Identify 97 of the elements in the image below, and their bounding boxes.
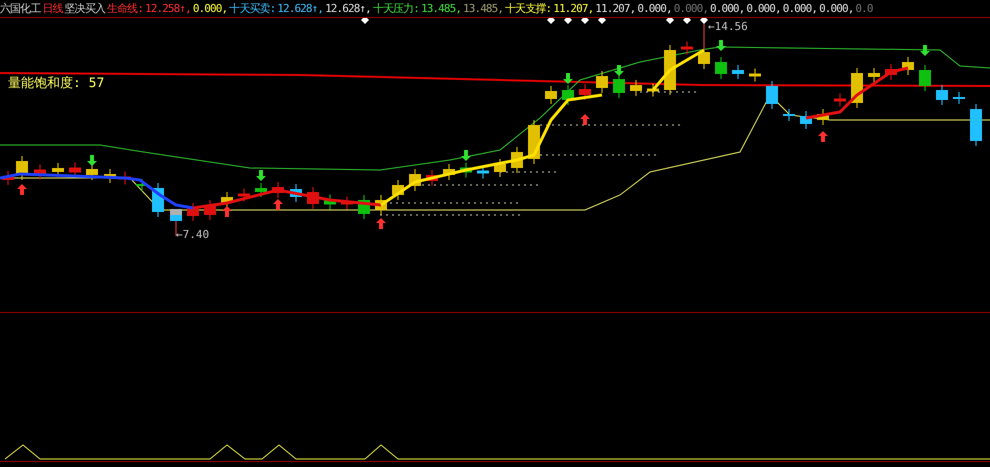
candlestick — [749, 68, 761, 82]
indicator-value: 生命线: — [107, 1, 144, 16]
star-icon — [547, 18, 555, 24]
low-price-label: ←7.40 — [176, 228, 210, 241]
candlestick — [953, 92, 965, 104]
candlestick — [409, 168, 421, 192]
candlestick — [204, 200, 216, 220]
saturation-label: 量能饱和度: 57 — [8, 76, 104, 91]
indicator-value: 11.207, — [595, 2, 636, 15]
candlestick — [324, 194, 336, 210]
candlestick — [494, 158, 506, 178]
indicator-value: 0.0 — [855, 2, 873, 15]
indicator-value: 0.000, — [782, 2, 818, 15]
indicator-value: 十天支撑: — [505, 1, 552, 16]
star-icon — [666, 18, 674, 24]
candlestick — [664, 44, 676, 96]
candlestick — [868, 68, 880, 82]
star-icon — [361, 18, 369, 24]
down-arrow-icon — [256, 170, 266, 181]
candlestick — [766, 80, 778, 110]
candlestick — [681, 41, 693, 55]
candlestick — [545, 86, 557, 104]
candlestick — [936, 84, 948, 106]
candlestick — [460, 162, 472, 178]
candlestick — [596, 70, 608, 94]
indicator-value: 十天买卖: — [229, 1, 276, 16]
indicator-value: 13.485, — [463, 2, 504, 15]
candlestick — [16, 156, 28, 180]
candlestick — [817, 108, 829, 126]
formula-name: 坚决买入 — [64, 1, 106, 16]
candlestick — [732, 64, 744, 80]
candlestick — [562, 84, 574, 106]
up-arrow-icon — [818, 131, 828, 142]
indicator-value: 0.000, — [710, 2, 744, 15]
down-arrow-icon — [920, 45, 930, 56]
star-icon — [564, 18, 572, 24]
candlestick — [613, 74, 625, 98]
stock-name: 六国化工 — [0, 1, 40, 16]
star-icon — [700, 18, 708, 24]
indicator-value: 0.000, — [746, 2, 781, 15]
candlestick — [358, 194, 370, 220]
candlestick — [834, 93, 846, 107]
high-price-label: ←14.56 — [708, 20, 748, 33]
up-arrow-icon — [273, 199, 283, 210]
up-arrow-icon — [376, 218, 386, 229]
candlestick — [630, 80, 642, 96]
down-arrow-icon — [614, 65, 624, 76]
star-icon — [581, 18, 589, 24]
candlestick — [86, 164, 98, 180]
down-arrow-icon — [716, 40, 726, 51]
up-arrow-icon — [580, 114, 590, 125]
candlestick — [783, 108, 795, 122]
indicator-value: 0.000, — [674, 2, 708, 15]
candlestick — [919, 64, 931, 92]
down-arrow-icon — [87, 155, 97, 166]
up-arrow-icon — [222, 206, 232, 217]
indicator-value: 13.485, — [420, 2, 462, 15]
candlestick — [136, 178, 148, 192]
candlestick — [970, 104, 982, 146]
candlestick — [170, 209, 182, 221]
candlestick — [238, 188, 250, 202]
candlestick — [375, 194, 387, 216]
candlestick — [902, 56, 914, 76]
candlestick — [477, 165, 489, 179]
candlestick — [272, 182, 284, 198]
candlestick — [647, 83, 659, 97]
candlestick — [307, 186, 319, 210]
candlestick — [341, 196, 353, 210]
candlestick — [2, 170, 14, 186]
indicator-value: 0.000, — [637, 2, 672, 15]
candlestick — [255, 182, 267, 198]
candlestick — [187, 202, 199, 222]
indicator-value: 十天压力: — [372, 1, 419, 16]
candlestick — [885, 64, 897, 80]
down-arrow-icon — [563, 73, 573, 84]
indicator-value: 11.207, — [553, 2, 594, 15]
candlestick — [579, 84, 591, 100]
candlestick — [104, 168, 116, 184]
candlestick — [426, 170, 438, 186]
indicator-value: 12.258↑, — [145, 2, 191, 15]
star-icon — [598, 18, 606, 24]
indicator-value: 12.628↑, — [325, 2, 371, 15]
candlestick — [152, 182, 164, 218]
star-icon — [683, 18, 691, 24]
candlestick — [34, 164, 46, 180]
candlestick — [392, 180, 404, 200]
down-arrow-icon — [461, 150, 471, 161]
candlestick — [715, 56, 727, 80]
indicator-value: 0.000, — [192, 2, 228, 15]
candlestick — [800, 110, 812, 130]
indicator-value: 0.000, — [819, 2, 854, 15]
candlestick — [443, 164, 455, 180]
indicator-value: 12.628↑, — [277, 2, 324, 15]
candlestick — [290, 184, 302, 202]
period-label: 日线 — [42, 1, 63, 16]
candlestick — [511, 146, 523, 174]
up-arrow-icon — [17, 184, 27, 195]
